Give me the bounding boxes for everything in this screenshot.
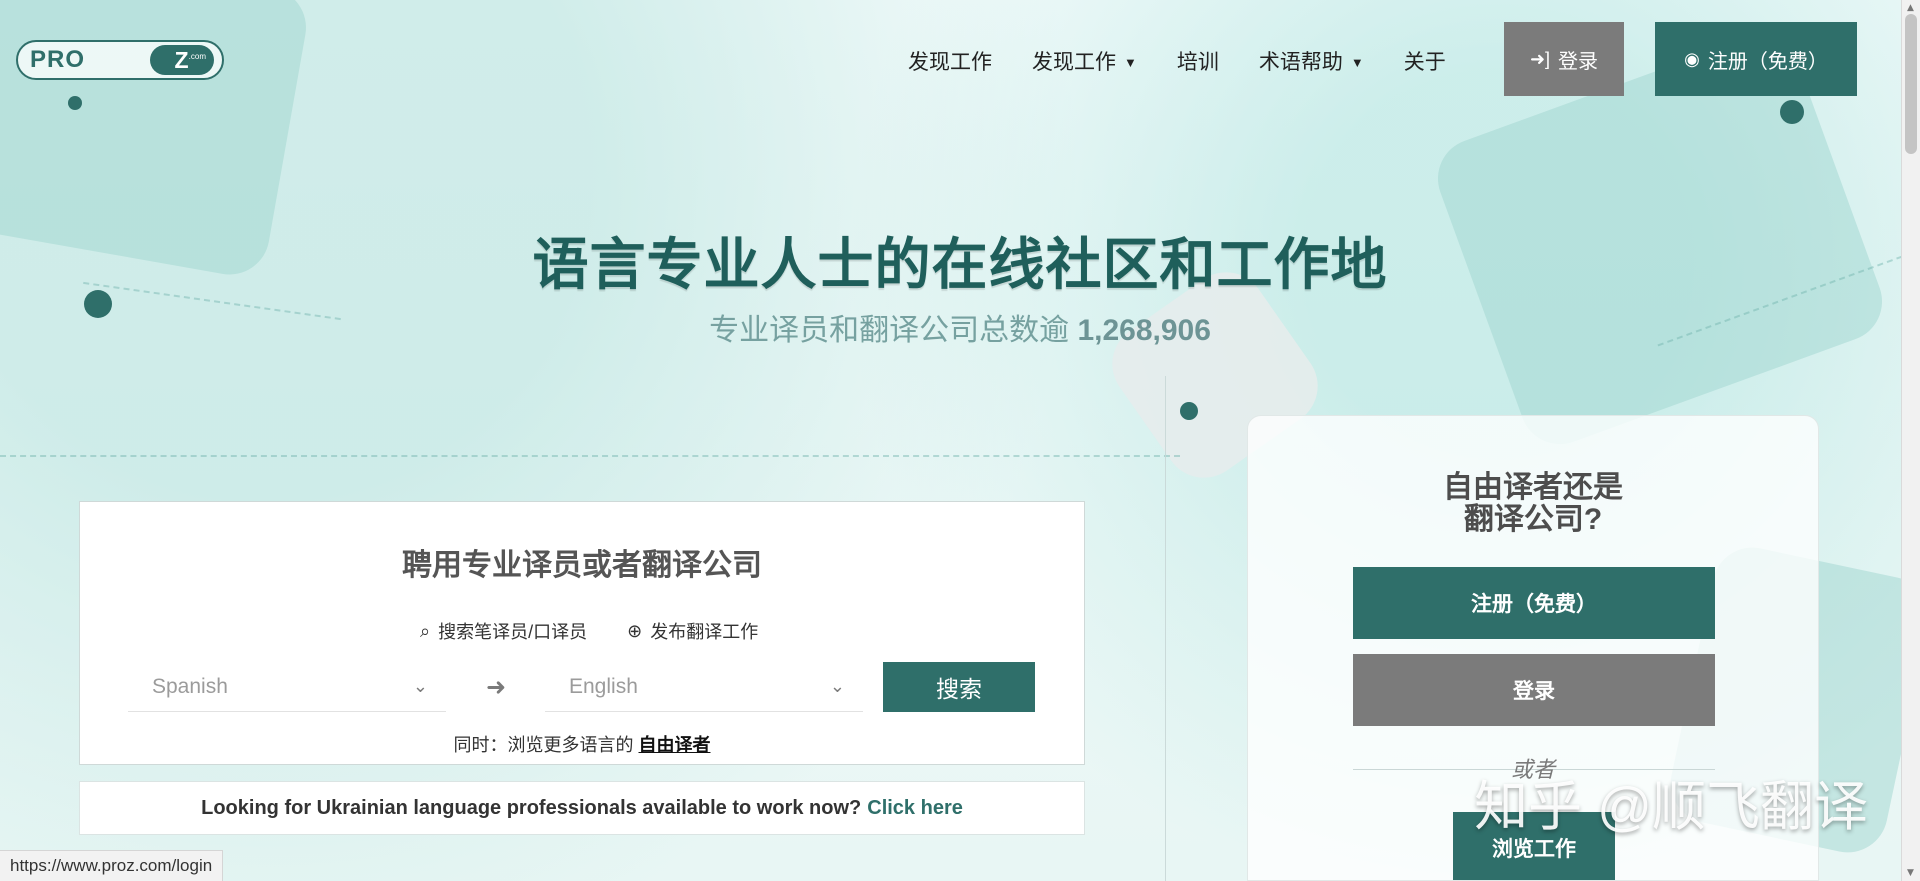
hero-subtitle-prefix: 专业译员和翻译公司总数逾 (709, 314, 1070, 347)
hire-card-title: 聘用专业译员或者翻译公司 (402, 549, 762, 582)
panel-login-button[interactable]: 登录 (1353, 654, 1715, 726)
site-header: PRO Z .com 发现工作 发现工作 ▼ 培训 术语帮助 ▼ 关于 ➜] 登… (0, 0, 1920, 118)
logo-z-text: Z (174, 46, 190, 73)
post-job-label: 发布翻译工作 (650, 622, 759, 642)
plus-circle-icon: ⊕ (627, 620, 643, 641)
chevron-down-icon: ⌄ (829, 676, 845, 696)
source-language-select[interactable]: Spanish ⌄ (128, 662, 446, 712)
nav-item-label: 发现工作 (1032, 51, 1116, 74)
right-panel-title-line-2: 翻译公司? (1463, 502, 1603, 536)
hero-subtitle: 专业译员和翻译公司总数逾 1,268,906 (0, 305, 1920, 349)
header-register-button[interactable]: ◉ 注册（免费） (1655, 22, 1857, 96)
target-language-select[interactable]: English ⌄ (545, 662, 863, 712)
target-language-value: English (569, 674, 638, 698)
search-icon: ⌕ (420, 620, 431, 641)
decorative-dot (1180, 402, 1198, 420)
scroll-down-icon[interactable]: ▼ (1907, 868, 1914, 878)
nav-item-find-jobs[interactable]: 发现工作 (908, 46, 992, 76)
arrow-right-icon: ➜ (486, 673, 507, 701)
header-login-label: 登录 (1558, 50, 1599, 73)
status-url: https://www.proz.com/login (10, 856, 213, 875)
user-circle-icon: ◉ (1684, 48, 1700, 69)
zhihu-watermark: 知乎 @顺飞翻译 (1474, 777, 1868, 837)
browse-more-prefix: 同时：浏览更多语言的 (453, 735, 634, 755)
panel-register-button[interactable]: 注册（免费） (1353, 567, 1715, 639)
member-count: 1,268,906 (1077, 314, 1211, 347)
nav-item-label: 发现工作 (908, 51, 992, 74)
main-navigation: 发现工作 发现工作 ▼ 培训 术语帮助 ▼ 关于 (908, 46, 1446, 76)
right-panel-title: 自由译者还是 翻译公司? (1248, 472, 1818, 535)
hire-professionals-card: 聘用专业译员或者翻译公司 ⌕ 搜索笔译员/口译员 ⊕ 发布翻译工作 Spanis… (79, 501, 1085, 765)
header-login-button[interactable]: ➜] 登录 (1504, 22, 1624, 96)
right-panel-title-line-1: 自由译者还是 (1443, 471, 1623, 504)
header-register-label: 注册（免费） (1707, 50, 1828, 73)
logo-domain-suffix: .com (188, 52, 206, 61)
decorative-dashed-line (0, 455, 1180, 457)
ukrainian-professionals-notice: Looking for Ukrainian language professio… (79, 781, 1085, 835)
browser-status-bar: https://www.proz.com/login (0, 850, 224, 881)
click-here-link[interactable]: Click here (867, 797, 963, 820)
logo-pro-text: PRO (30, 46, 86, 73)
nav-item-find-jobs-dropdown[interactable]: 发现工作 ▼ (1032, 46, 1137, 76)
nav-item-about[interactable]: 关于 (1404, 46, 1446, 76)
source-language-value: Spanish (152, 674, 228, 698)
nav-item-label: 关于 (1403, 51, 1446, 74)
search-translators-label: 搜索笔译员/口译员 (438, 622, 588, 642)
page-scrollbar[interactable]: ▲ ▼ (1901, 0, 1920, 881)
nav-item-term-help-dropdown[interactable]: 术语帮助 ▼ (1259, 46, 1364, 76)
logo-z-badge: Z .com (150, 45, 214, 75)
scroll-up-icon[interactable]: ▲ (1907, 3, 1914, 13)
post-job-link[interactable]: ⊕ 发布翻译工作 (627, 618, 758, 644)
sign-in-icon: ➜] (1529, 48, 1551, 69)
hire-card-actions: ⌕ 搜索笔译员/口译员 ⊕ 发布翻译工作 (420, 618, 758, 644)
hero-title: 语言专业人士的在线社区和工作地 (532, 233, 1388, 296)
caret-down-icon: ▼ (1350, 54, 1364, 70)
proz-logo[interactable]: PRO Z .com (16, 40, 224, 80)
nav-item-training[interactable]: 培训 (1177, 46, 1219, 76)
search-translators-link[interactable]: ⌕ 搜索笔译员/口译员 (420, 618, 587, 644)
nav-item-label: 培训 (1176, 51, 1219, 74)
browse-more-languages: 同时：浏览更多语言的 自由译者 (80, 731, 1084, 757)
search-button[interactable]: 搜索 (883, 662, 1035, 712)
content-divider (1165, 376, 1166, 881)
nav-item-label: 术语帮助 (1258, 51, 1343, 74)
freelancers-link[interactable]: 自由译者 (639, 735, 711, 755)
caret-down-icon: ▼ (1124, 54, 1137, 70)
scrollbar-thumb[interactable] (1905, 14, 1917, 154)
ukrainian-notice-text: Looking for Ukrainian language professio… (201, 796, 862, 819)
chevron-down-icon: ⌄ (412, 676, 428, 696)
